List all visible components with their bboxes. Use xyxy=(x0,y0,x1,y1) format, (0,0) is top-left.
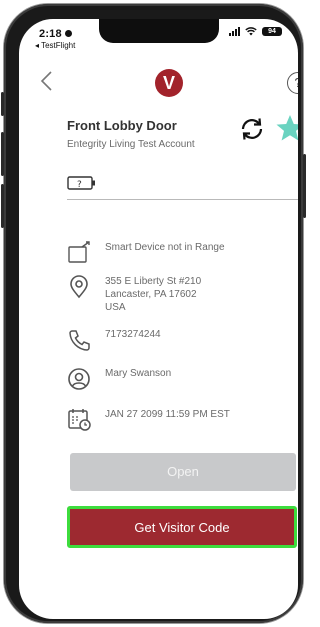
app-screen: 2:18 ◂ TestFlight 94 V ? Front Lobby Doo… xyxy=(19,19,298,619)
calendar-clock-icon xyxy=(68,409,91,431)
notch xyxy=(99,19,219,43)
address-row: 355 E Liberty St #210 Lancaster, PA 1760… xyxy=(67,275,201,314)
battery-indicator: 94 xyxy=(262,27,282,36)
power-button xyxy=(303,154,306,218)
cellular-signal-icon xyxy=(229,27,240,36)
device-range-row: Smart Device not in Range xyxy=(67,241,225,265)
user-name: Mary Swanson xyxy=(105,368,172,379)
address-line-2: Lancaster, PA 17602 xyxy=(105,289,197,300)
favorite-star-icon[interactable] xyxy=(275,113,298,143)
divider xyxy=(67,199,298,200)
back-chevron-icon[interactable] xyxy=(39,71,53,91)
help-icon[interactable]: ? xyxy=(287,72,298,94)
volume-down-button xyxy=(1,184,4,228)
vivint-logo: V xyxy=(155,69,183,97)
phone-frame: 2:18 ◂ TestFlight 94 V ? Front Lobby Doo… xyxy=(1,4,306,623)
account-name: Entegrity Living Test Account xyxy=(67,139,195,150)
user-row: Mary Swanson xyxy=(67,367,171,391)
open-button[interactable]: Open xyxy=(70,453,296,491)
volume-up-button xyxy=(1,132,4,176)
lock-battery-icon: ? xyxy=(67,176,95,190)
location-pin-icon xyxy=(70,275,88,299)
status-icons: 94 xyxy=(229,27,282,36)
sync-icon[interactable] xyxy=(238,115,266,143)
back-to-testflight-link[interactable]: ◂ TestFlight xyxy=(35,41,75,50)
mute-switch xyxy=(1,92,4,116)
person-indicator-icon xyxy=(64,30,72,37)
smart-device-icon xyxy=(68,241,90,263)
status-time: 2:18 xyxy=(39,28,72,40)
device-range-text: Smart Device not in Range xyxy=(105,242,225,253)
phone-icon xyxy=(69,330,90,351)
address-line-3: USA xyxy=(105,302,126,313)
expiration-row: JAN 27 2099 11:59 PM EST xyxy=(67,408,230,432)
get-visitor-code-button[interactable]: Get Visitor Code xyxy=(67,506,297,548)
svg-text:?: ? xyxy=(77,180,82,190)
phone-row[interactable]: 7173274244 xyxy=(67,328,161,352)
address-line-1: 355 E Liberty St #210 xyxy=(105,276,202,287)
wifi-icon xyxy=(245,27,257,36)
phone-number[interactable]: 7173274244 xyxy=(105,328,161,341)
door-title: Front Lobby Door xyxy=(67,118,177,133)
expiration-date: JAN 27 2099 11:59 PM EST xyxy=(105,409,230,420)
user-icon xyxy=(68,368,90,390)
